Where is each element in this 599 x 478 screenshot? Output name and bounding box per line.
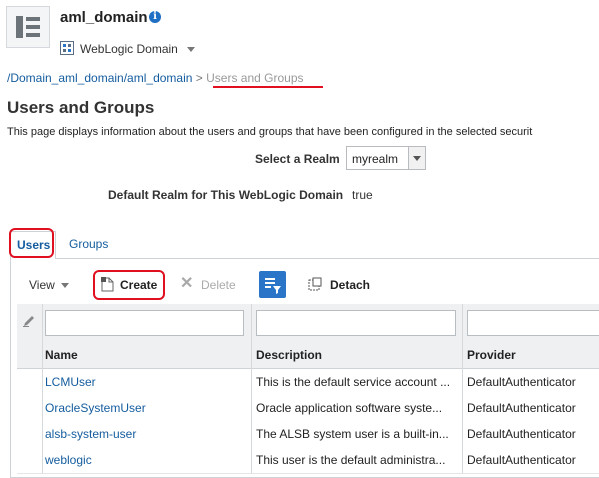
table-row[interactable]: weblogic This user is the default admini… (17, 447, 599, 474)
description-filter-input[interactable] (256, 310, 456, 336)
user-description: Oracle application software syste... (256, 401, 443, 415)
delete-icon: ✕ (180, 275, 194, 292)
breadcrumb-separator: > (195, 71, 203, 85)
user-description: This user is the default administra... (256, 453, 446, 467)
weblogic-domain-menu[interactable]: WebLogic Domain (80, 42, 178, 56)
user-provider: DefaultAuthenticator (467, 375, 576, 389)
delete-button[interactable]: Delete (201, 278, 236, 292)
table-header-row: Name Description Provider (17, 342, 599, 369)
default-realm-label: Default Realm for This WebLogic Domain (108, 188, 344, 202)
column-header-name[interactable]: Name (45, 348, 78, 362)
domain-menu-icon[interactable] (6, 6, 50, 48)
page-title: Users and Groups (7, 98, 155, 117)
user-provider: DefaultAuthenticator (467, 401, 576, 415)
weblogic-domain-icon (60, 41, 74, 55)
user-provider: DefaultAuthenticator (467, 453, 576, 467)
column-header-provider[interactable]: Provider (467, 348, 516, 362)
table-row[interactable]: LCMUser This is the default service acco… (17, 369, 599, 396)
realm-select-value: myrealm (352, 152, 399, 166)
provider-filter-input[interactable] (467, 310, 599, 336)
user-provider: DefaultAuthenticator (467, 427, 576, 441)
column-divider (251, 304, 252, 473)
tab-groups[interactable]: Groups (69, 237, 108, 251)
query-by-example-button[interactable] (259, 271, 286, 298)
realm-label: Select a Realm (255, 152, 340, 166)
dropdown-arrow-icon[interactable] (408, 147, 425, 169)
default-realm-value: true (352, 188, 373, 202)
table-row[interactable]: OracleSystemUser Oracle application soft… (17, 395, 599, 422)
chevron-down-icon[interactable] (187, 47, 195, 52)
view-menu[interactable]: View (29, 278, 55, 292)
domain-name: aml_domain (60, 9, 148, 26)
highlight-underline (213, 86, 323, 88)
column-divider (42, 304, 43, 473)
detach-button[interactable]: Detach (330, 278, 370, 292)
user-name-link[interactable]: OracleSystemUser (45, 401, 245, 415)
filter-row (17, 304, 599, 343)
user-description: The ALSB system user is a built-in... (256, 427, 449, 441)
filter-icon (265, 278, 281, 294)
page-description: This page displays information about the… (7, 126, 533, 138)
realm-select[interactable]: myrealm (346, 146, 426, 170)
user-description: This is the default service account ... (256, 375, 451, 389)
info-icon[interactable]: i (149, 11, 161, 23)
highlight-box-users-tab (9, 228, 54, 258)
user-name-link[interactable]: alsb-system-user (45, 427, 245, 441)
pencil-icon (23, 316, 34, 327)
name-filter-input[interactable] (45, 310, 244, 336)
breadcrumb-current: Users and Groups (206, 71, 304, 85)
user-name-link[interactable]: LCMUser (45, 375, 245, 389)
table-row[interactable]: alsb-system-user The ALSB system user is… (17, 421, 599, 448)
breadcrumb-parent-link[interactable]: /Domain_aml_domain/aml_domain (7, 71, 192, 85)
user-name-link[interactable]: weblogic (45, 453, 245, 467)
column-header-description[interactable]: Description (256, 348, 322, 362)
breadcrumb: /Domain_aml_domain/aml_domain > Users an… (7, 71, 304, 85)
column-divider (462, 304, 463, 473)
chevron-down-icon[interactable] (61, 283, 69, 288)
highlight-box-create (93, 270, 165, 300)
detach-icon (308, 277, 322, 291)
